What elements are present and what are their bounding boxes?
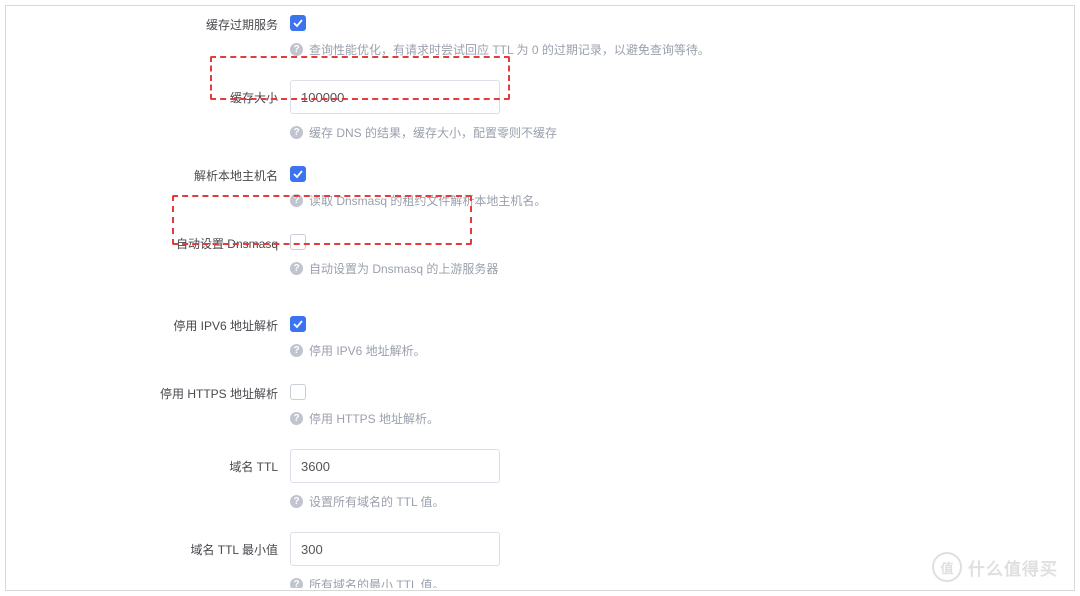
input-ttl-min[interactable]: [290, 532, 500, 566]
checkbox-auto-dnsmasq[interactable]: [290, 234, 306, 250]
input-cache-size[interactable]: [290, 80, 500, 114]
checkbox-cache-expired[interactable]: [290, 15, 306, 31]
row-cache-expired: 缓存过期服务 ? 查询性能优化，有请求时尝试回应 TTL 为 0 的过期记录，以避…: [12, 8, 1068, 76]
help-text: 设置所有域名的 TTL 值。: [309, 493, 445, 510]
help-text: 读取 Dnsmasq 的租约文件解析本地主机名。: [309, 192, 546, 209]
help-cache-size: ? 缓存 DNS 的结果，缓存大小，配置零则不缓存: [290, 124, 1068, 141]
help-text: 自动设置为 Dnsmasq 的上游服务器: [309, 260, 498, 277]
label-disable-https: 停用 HTTPS 地址解析: [12, 381, 290, 402]
checkbox-disable-ipv6[interactable]: [290, 316, 306, 332]
row-disable-ipv6: 停用 IPV6 地址解析 ? 停用 IPV6 地址解析。: [12, 309, 1068, 377]
question-icon: ?: [290, 412, 303, 425]
label-ttl-min: 域名 TTL 最小值: [12, 532, 290, 558]
question-icon: ?: [290, 262, 303, 275]
input-ttl[interactable]: [290, 449, 500, 483]
question-icon: ?: [290, 495, 303, 508]
label-cache-size: 缓存大小: [12, 80, 290, 106]
row-disable-https: 停用 HTTPS 地址解析 ? 停用 HTTPS 地址解析。: [12, 377, 1068, 445]
row-auto-dnsmasq: 自动设置 Dnsmasq ? 自动设置为 Dnsmasq 的上游服务器: [12, 227, 1068, 295]
question-icon: ?: [290, 194, 303, 207]
row-ttl-min: 域名 TTL 最小值 ? 所有域名的最小 TTL 值。: [12, 528, 1068, 588]
question-icon: ?: [290, 126, 303, 139]
help-text: 所有域名的最小 TTL 值。: [309, 576, 445, 588]
help-text: 缓存 DNS 的结果，缓存大小，配置零则不缓存: [309, 124, 557, 141]
checkbox-disable-https[interactable]: [290, 384, 306, 400]
settings-form: 缓存过期服务 ? 查询性能优化，有请求时尝试回应 TTL 为 0 的过期记录，以避…: [12, 8, 1068, 588]
help-text: 查询性能优化，有请求时尝试回应 TTL 为 0 的过期记录，以避免查询等待。: [309, 41, 710, 58]
help-resolve-local: ? 读取 Dnsmasq 的租约文件解析本地主机名。: [290, 192, 1068, 209]
help-ttl-min: ? 所有域名的最小 TTL 值。: [290, 576, 1068, 588]
help-auto-dnsmasq: ? 自动设置为 Dnsmasq 的上游服务器: [290, 260, 1068, 277]
label-disable-ipv6: 停用 IPV6 地址解析: [12, 313, 290, 334]
label-cache-expired: 缓存过期服务: [12, 12, 290, 33]
checkbox-resolve-local[interactable]: [290, 166, 306, 182]
help-cache-expired: ? 查询性能优化，有请求时尝试回应 TTL 为 0 的过期记录，以避免查询等待。: [290, 41, 1068, 58]
label-auto-dnsmasq: 自动设置 Dnsmasq: [12, 231, 290, 252]
help-disable-ipv6: ? 停用 IPV6 地址解析。: [290, 342, 1068, 359]
question-icon: ?: [290, 43, 303, 56]
row-cache-size: 缓存大小 ? 缓存 DNS 的结果，缓存大小，配置零则不缓存: [12, 76, 1068, 159]
help-text: 停用 HTTPS 地址解析。: [309, 410, 439, 427]
row-resolve-local: 解析本地主机名 ? 读取 Dnsmasq 的租约文件解析本地主机名。: [12, 159, 1068, 227]
label-ttl: 域名 TTL: [12, 449, 290, 475]
help-text: 停用 IPV6 地址解析。: [309, 342, 426, 359]
question-icon: ?: [290, 578, 303, 588]
question-icon: ?: [290, 344, 303, 357]
label-resolve-local: 解析本地主机名: [12, 163, 290, 184]
help-ttl: ? 设置所有域名的 TTL 值。: [290, 493, 1068, 510]
row-ttl: 域名 TTL ? 设置所有域名的 TTL 值。: [12, 445, 1068, 528]
help-disable-https: ? 停用 HTTPS 地址解析。: [290, 410, 1068, 427]
